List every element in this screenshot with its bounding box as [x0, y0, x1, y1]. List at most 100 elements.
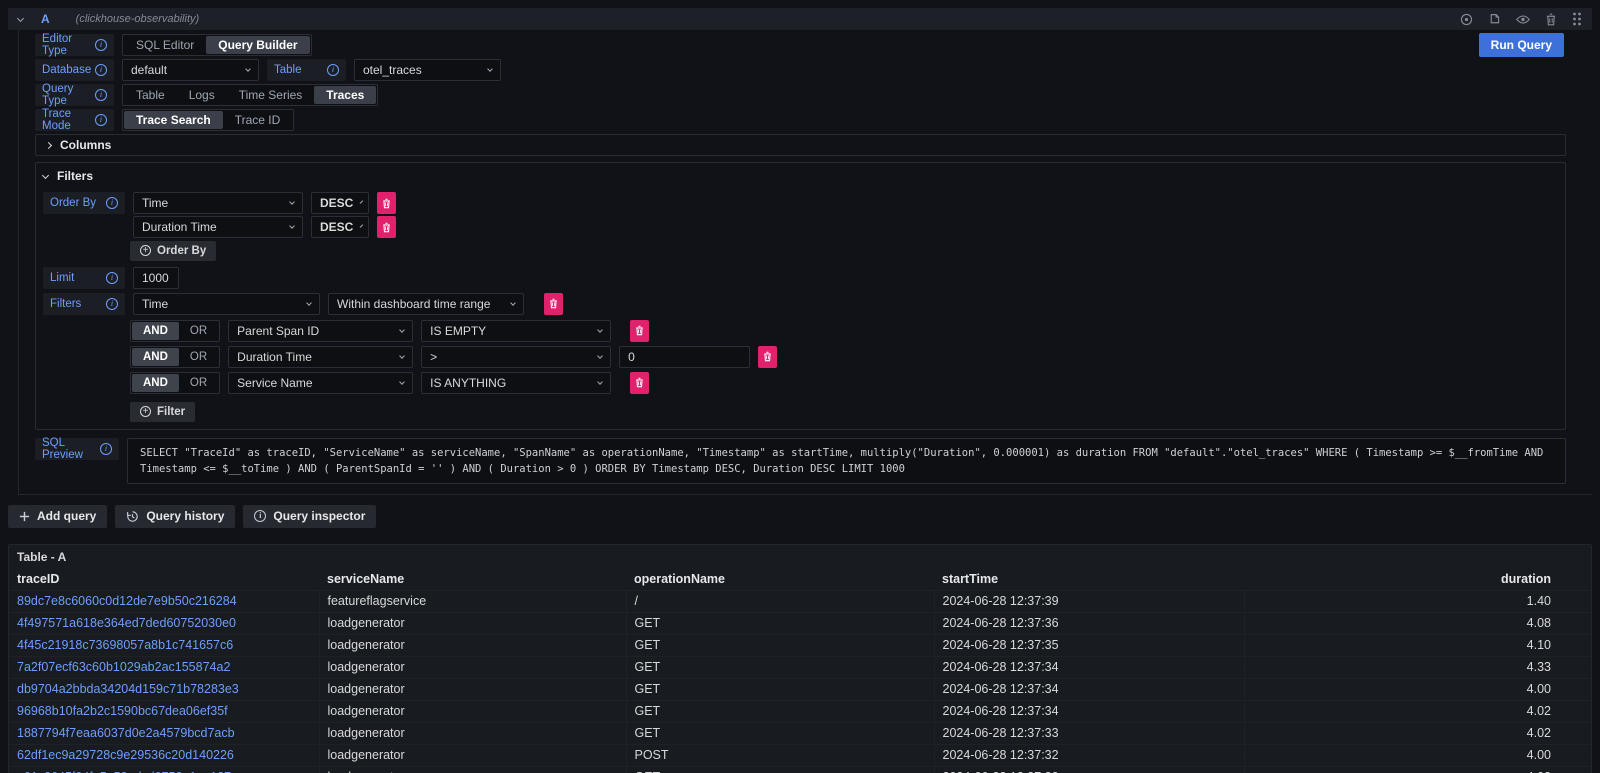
- remove-filter-button[interactable]: [758, 346, 777, 368]
- operation-name-cell: GET: [626, 700, 934, 722]
- query-type-option-logs[interactable]: Logs: [177, 86, 227, 104]
- duration-cell: 1.40: [1244, 590, 1591, 612]
- trace-id-link[interactable]: db9704a2bbda34204d159c71b78283e3: [17, 682, 239, 696]
- table-select[interactable]: otel_traces: [354, 59, 501, 81]
- filter-operator-select[interactable]: IS EMPTY: [421, 320, 611, 342]
- trace-id-link[interactable]: 1887794f7eaa6037d0e2a4579bcd7acb: [17, 726, 235, 740]
- database-label: Databasei: [35, 59, 114, 81]
- drag-handle-icon[interactable]: [1572, 12, 1582, 26]
- trace-id-link[interactable]: 4f45c21918c73698057a8b1c741657c6: [17, 638, 233, 652]
- filter-operator-select[interactable]: Within dashboard time range: [328, 293, 524, 315]
- filters-section-title: Filters: [57, 169, 93, 183]
- trace-id-cell: 7a2f07ecf63c60b1029ab2ac155874a2: [9, 656, 319, 678]
- results-table: traceIDserviceNameoperationNamestartTime…: [9, 568, 1591, 773]
- duration-cell: 4.02: [1244, 700, 1591, 722]
- order-by-direction-select[interactable]: DESC: [311, 216, 369, 238]
- info-circle-icon: i: [254, 510, 266, 522]
- query-type-option-table[interactable]: Table: [124, 86, 177, 104]
- and-or-toggle: ANDOR: [130, 320, 220, 342]
- plus-circle-icon: +: [140, 245, 151, 256]
- remove-filter-button[interactable]: [377, 216, 396, 238]
- run-query-button[interactable]: Run Query: [1479, 33, 1564, 57]
- trace-id-cell: 62df1ec9a29728c9e29536c20d140226: [9, 744, 319, 766]
- filter-field-select[interactable]: Time: [133, 293, 320, 315]
- column-header-startTime[interactable]: startTime: [934, 568, 1244, 591]
- info-icon: i: [95, 114, 107, 126]
- chevron-down-icon: [597, 379, 603, 385]
- table-row: 4f45c21918c73698057a8b1c741657c6loadgene…: [9, 634, 1591, 656]
- filter-field-select[interactable]: Duration Time: [228, 346, 413, 368]
- table-row: 96968b10fa2b2c1590bc67dea06ef35floadgene…: [9, 700, 1591, 722]
- operation-name-cell: GET: [626, 678, 934, 700]
- bool-option-and[interactable]: AND: [132, 322, 179, 340]
- bool-option-or[interactable]: OR: [179, 374, 218, 392]
- datasource-name: (clickhouse-observability): [76, 13, 200, 25]
- limit-input[interactable]: [133, 267, 179, 289]
- hide-response-eye-icon[interactable]: [1516, 13, 1530, 26]
- database-select[interactable]: default: [122, 59, 259, 81]
- filters-section: Filters Order ByiTimeDESCDuration TimeDE…: [35, 162, 1566, 430]
- column-header-serviceName[interactable]: serviceName: [319, 568, 626, 591]
- start-time-cell: 2024-06-28 12:37:32: [934, 744, 1244, 766]
- remove-filter-button[interactable]: [544, 293, 563, 315]
- query-history-button[interactable]: Query history: [115, 505, 235, 528]
- chevron-down-icon: [289, 223, 295, 229]
- column-header-duration[interactable]: duration: [1244, 568, 1591, 591]
- help-icon[interactable]: [1460, 13, 1473, 26]
- column-header-operationName[interactable]: operationName: [626, 568, 934, 591]
- query-row-header[interactable]: A (clickhouse-observability): [8, 8, 1592, 30]
- chevron-down-icon: [306, 300, 312, 306]
- filter-operator-select[interactable]: IS ANYTHING: [421, 372, 611, 394]
- duplicate-query-icon[interactable]: [1488, 13, 1501, 26]
- column-header-traceID[interactable]: traceID: [9, 568, 319, 591]
- remove-filter-button[interactable]: [377, 192, 396, 214]
- bool-option-or[interactable]: OR: [179, 322, 218, 340]
- filter-field-select[interactable]: Parent Span ID: [228, 320, 413, 342]
- filter-field-select[interactable]: Service Name: [228, 372, 413, 394]
- filter-operator-select[interactable]: >: [421, 346, 611, 368]
- query-inspector-button[interactable]: i Query inspector: [243, 505, 376, 528]
- operation-name-cell: GET: [626, 612, 934, 634]
- info-icon: i: [95, 39, 107, 51]
- duration-cell: 4.02: [1244, 766, 1591, 773]
- duration-cell: 4.10: [1244, 634, 1591, 656]
- add-order-by-button[interactable]: + Order By: [130, 241, 216, 261]
- bool-option-and[interactable]: AND: [132, 374, 179, 392]
- trace-id-link[interactable]: 4f497571a618e364ed7ded60752030e0: [17, 616, 236, 630]
- filter-value-input[interactable]: [619, 346, 750, 368]
- trace-id-link[interactable]: 89dc7e8c6060c0d12de7e9b50c216284: [17, 594, 237, 608]
- trace-id-link[interactable]: 96968b10fa2b2c1590bc67dea06ef35f: [17, 704, 228, 718]
- remove-filter-button[interactable]: [630, 372, 649, 394]
- filters-section-toggle[interactable]: Filters: [43, 168, 1558, 184]
- limit-row: Limiti: [43, 267, 1558, 289]
- trace-id-cell: 96968b10fa2b2c1590bc67dea06ef35f: [9, 700, 319, 722]
- editor-type-row: Editor Typei SQL EditorQuery Builder: [35, 34, 1566, 56]
- collapse-query-chevron-icon[interactable]: [17, 14, 24, 21]
- filter-condition-row: ANDOR Duration Time >: [130, 346, 1558, 368]
- trace-mode-switch: Trace SearchTrace ID: [122, 109, 294, 131]
- sql-preview-code[interactable]: SELECT "TraceId" as traceID, "ServiceNam…: [127, 438, 1566, 484]
- trace-id-link[interactable]: 7a2f07ecf63c60b1029ab2ac155874a2: [17, 660, 230, 674]
- start-time-cell: 2024-06-28 12:37:33: [934, 722, 1244, 744]
- trace-mode-option-trace-id[interactable]: Trace ID: [223, 111, 293, 129]
- add-query-button[interactable]: Add query: [8, 505, 107, 528]
- editor-type-option-sql-editor[interactable]: SQL Editor: [124, 36, 206, 54]
- query-type-option-time-series[interactable]: Time Series: [227, 86, 315, 104]
- bool-option-and[interactable]: AND: [132, 348, 179, 366]
- add-filter-button[interactable]: + Filter: [130, 402, 195, 422]
- trace-mode-option-trace-search[interactable]: Trace Search: [124, 111, 223, 129]
- trace-id-link[interactable]: 62df1ec9a29728c9e29536c20d140226: [17, 748, 234, 762]
- order-by-field-select[interactable]: Time: [133, 192, 303, 214]
- time-filter-row: Filtersi Time Within dashboard time rang…: [43, 293, 1558, 315]
- operation-name-cell: GET: [626, 766, 934, 773]
- columns-section-toggle[interactable]: Columns: [46, 137, 1555, 153]
- order-by-row: Duration Time DESC: [43, 216, 1558, 238]
- remove-filter-button[interactable]: [630, 320, 649, 342]
- order-by-direction-select[interactable]: DESC: [311, 192, 369, 214]
- bool-option-or[interactable]: OR: [179, 348, 218, 366]
- sql-preview-row: SQL Previewi SELECT "TraceId" as traceID…: [35, 438, 1566, 484]
- editor-type-option-query-builder[interactable]: Query Builder: [206, 36, 309, 54]
- query-type-option-traces[interactable]: Traces: [314, 86, 376, 104]
- remove-query-trash-icon[interactable]: [1545, 13, 1557, 26]
- order-by-field-select[interactable]: Duration Time: [133, 216, 303, 238]
